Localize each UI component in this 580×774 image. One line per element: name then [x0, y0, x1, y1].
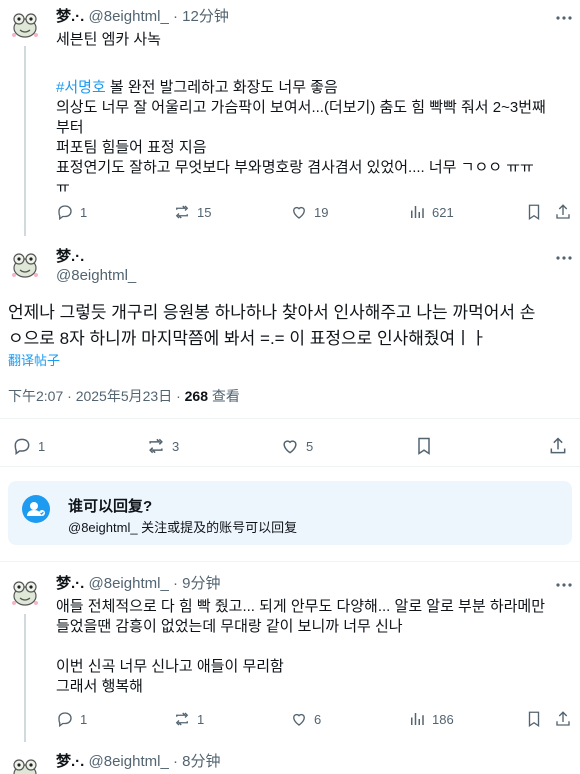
avatar-frog-icon [8, 8, 42, 42]
view-count: 621 [432, 204, 454, 220]
tweet-time[interactable]: · 9分钟 [173, 575, 221, 592]
share-icon[interactable] [548, 436, 568, 461]
display-name[interactable]: 梦.·. [56, 753, 84, 770]
translate-post-link[interactable]: 翻译帖子 [8, 350, 60, 369]
thread-line [24, 614, 26, 742]
share-icon[interactable] [554, 710, 572, 733]
repost-icon [149, 438, 163, 454]
thread-line [24, 46, 26, 236]
user-handle[interactable]: @8eightml_ [89, 575, 169, 592]
bookmark-icon[interactable] [525, 710, 543, 733]
reply-restriction-box: 谁可以回复? @8eightml_ 关注或提及的账号可以回复 [8, 481, 572, 545]
avatar-frog-icon [8, 754, 42, 774]
reply-restriction-subtitle: @8eightml_ 关注或提及的账号可以回复 [68, 520, 298, 535]
share-icon[interactable] [554, 203, 572, 226]
user-handle[interactable]: @8eightml_ [56, 266, 136, 286]
views-button[interactable]: 186 [408, 710, 454, 728]
text-line: 볼 완전 발그레하고 화장도 너무 좋음 [105, 79, 338, 96]
tweet-header: 梦.·. @8eightml_ · 9分钟 [56, 574, 220, 594]
tweet-reply-1[interactable]: 梦.·. @8eightml_ · 12分钟 세븐틴 엠카 사녹 #서명호 볼 … [0, 0, 580, 236]
text-line: 언제나 그렇듯 개구리 응원봉 하나하나 찾아서 인사해주고 나는 까먹어서 손 [8, 303, 536, 322]
analytics-icon [411, 713, 424, 725]
avatar[interactable] [8, 576, 42, 610]
avatar[interactable] [8, 8, 42, 42]
text-line: 그래서 행복해 [56, 678, 143, 695]
text-line: 의상도 너무 잘 어울리고 가슴팍이 보여서...(더보기) 춤도 힘 빡빡 줘… [56, 99, 546, 116]
text-line: ㅠ [56, 179, 70, 196]
repost-button[interactable]: 1 [173, 710, 204, 728]
like-button[interactable]: 19 [290, 203, 328, 221]
reply-button[interactable]: 1 [56, 203, 87, 221]
tweet-text: 언제나 그렇듯 개구리 응원봉 하나하나 찾아서 인사해주고 나는 까먹어서 손… [8, 300, 574, 352]
reply-icon [14, 438, 30, 455]
analytics-icon [411, 206, 424, 218]
bookmark-icon[interactable] [414, 436, 434, 461]
avatar-frog-icon [8, 576, 42, 610]
repost-icon [175, 712, 189, 726]
reply-icon [58, 712, 72, 728]
text-line: 애들 전체적으로 다 힘 빡 줬고... 되게 안무도 다양해... 알로 알로… [56, 598, 546, 615]
tweet-time[interactable]: · 12分钟 [173, 8, 229, 25]
like-button[interactable]: 5 [280, 436, 313, 456]
heart-icon [293, 713, 305, 726]
text-line: 퍼포팀 힘들어 표정 지음 [56, 139, 207, 156]
repost-button[interactable]: 3 [146, 436, 179, 456]
avatar[interactable] [8, 754, 42, 774]
reply-restriction-title: 谁可以回复? [68, 498, 153, 515]
more-icon[interactable] [554, 10, 574, 26]
repost-count: 1 [197, 711, 205, 727]
main-tweet: 梦.·. @8eightml_ 언제나 그렇듯 개구리 응원봉 하나하나 찾아서… [0, 236, 580, 466]
tweet-time[interactable]: · 8分钟 [173, 753, 221, 770]
reply-count: 1 [38, 438, 46, 454]
avatar-frog-icon [8, 248, 42, 282]
reply-restriction-icon [22, 495, 50, 523]
views-label: 查看 [208, 388, 240, 404]
heart-icon [293, 206, 305, 219]
divider [0, 418, 580, 419]
text-line: 표정연기도 잘하고 무엇보다 부와명호랑 겸사겸서 있었어.... 너무 ㄱㅇㅇ… [56, 159, 534, 176]
like-count: 19 [314, 204, 329, 220]
views-count: 268 [184, 388, 208, 404]
hashtag-link[interactable]: #서명호 [56, 79, 106, 96]
like-button[interactable]: 6 [290, 710, 321, 728]
tweet-header: 梦.·. @8eightml_ · 8分钟 [56, 752, 220, 772]
tweet-text: 세븐틴 엠카 사녹 #서명호 볼 완전 발그레하고 화장도 너무 좋음 의상도 … [56, 30, 576, 198]
repost-icon [175, 205, 189, 219]
heart-icon [283, 440, 297, 454]
text-line: 세븐틴 엠카 사녹 [56, 31, 161, 48]
views-button[interactable]: 621 [408, 203, 454, 221]
repost-count: 3 [172, 438, 180, 454]
display-name[interactable]: 梦.·. [56, 575, 84, 592]
text-line: 들었을땐 감흥이 없었는데 무대랑 같이 보니까 너무 신나 [56, 618, 403, 635]
like-count: 5 [306, 438, 314, 454]
repost-count: 15 [197, 204, 212, 220]
reply-button[interactable]: 1 [56, 710, 87, 728]
display-name[interactable]: 梦.·. [56, 8, 84, 25]
avatar[interactable] [8, 248, 42, 282]
more-icon[interactable] [554, 577, 574, 593]
tweet-header: 梦.·. @8eightml_ · 12分钟 [56, 7, 229, 27]
bookmark-icon[interactable] [525, 203, 543, 226]
reply-button[interactable]: 1 [12, 436, 45, 456]
reply-count: 1 [80, 204, 88, 220]
more-icon[interactable] [554, 250, 574, 266]
timestamp[interactable]: 下午2:07 · 2025年5月23日 · [8, 388, 185, 404]
text-line: ㅇ으로 8자 하니까 마지막쯤에 봐서 =.= 이 표정으로 인사해줬여ㅣㅏ [8, 329, 487, 348]
tweet-text: 애들 전체적으로 다 힘 빡 줬고... 되게 안무도 다양해... 알로 알로… [56, 597, 576, 697]
tweet-reply-3[interactable]: 梦.·. @8eightml_ · 8分钟 [0, 742, 580, 774]
display-name[interactable]: 梦.·. [56, 247, 84, 267]
tweet-reply-2[interactable]: 梦.·. @8eightml_ · 9分钟 애들 전체적으로 다 힘 빡 줬고.… [0, 562, 580, 742]
text-line: 부터 [56, 119, 84, 136]
view-count: 186 [432, 711, 454, 727]
user-handle[interactable]: @8eightml_ [89, 753, 169, 770]
user-handle[interactable]: @8eightml_ [89, 8, 169, 25]
reply-icon [58, 205, 72, 221]
timestamp-row: 下午2:07 · 2025年5月23日 · 268 查看 [8, 386, 240, 406]
text-line: 이번 신곡 너무 신나고 애들이 무리함 [56, 658, 284, 675]
repost-button[interactable]: 15 [173, 203, 211, 221]
divider [0, 466, 580, 467]
reply-count: 1 [80, 711, 88, 727]
like-count: 6 [314, 711, 322, 727]
